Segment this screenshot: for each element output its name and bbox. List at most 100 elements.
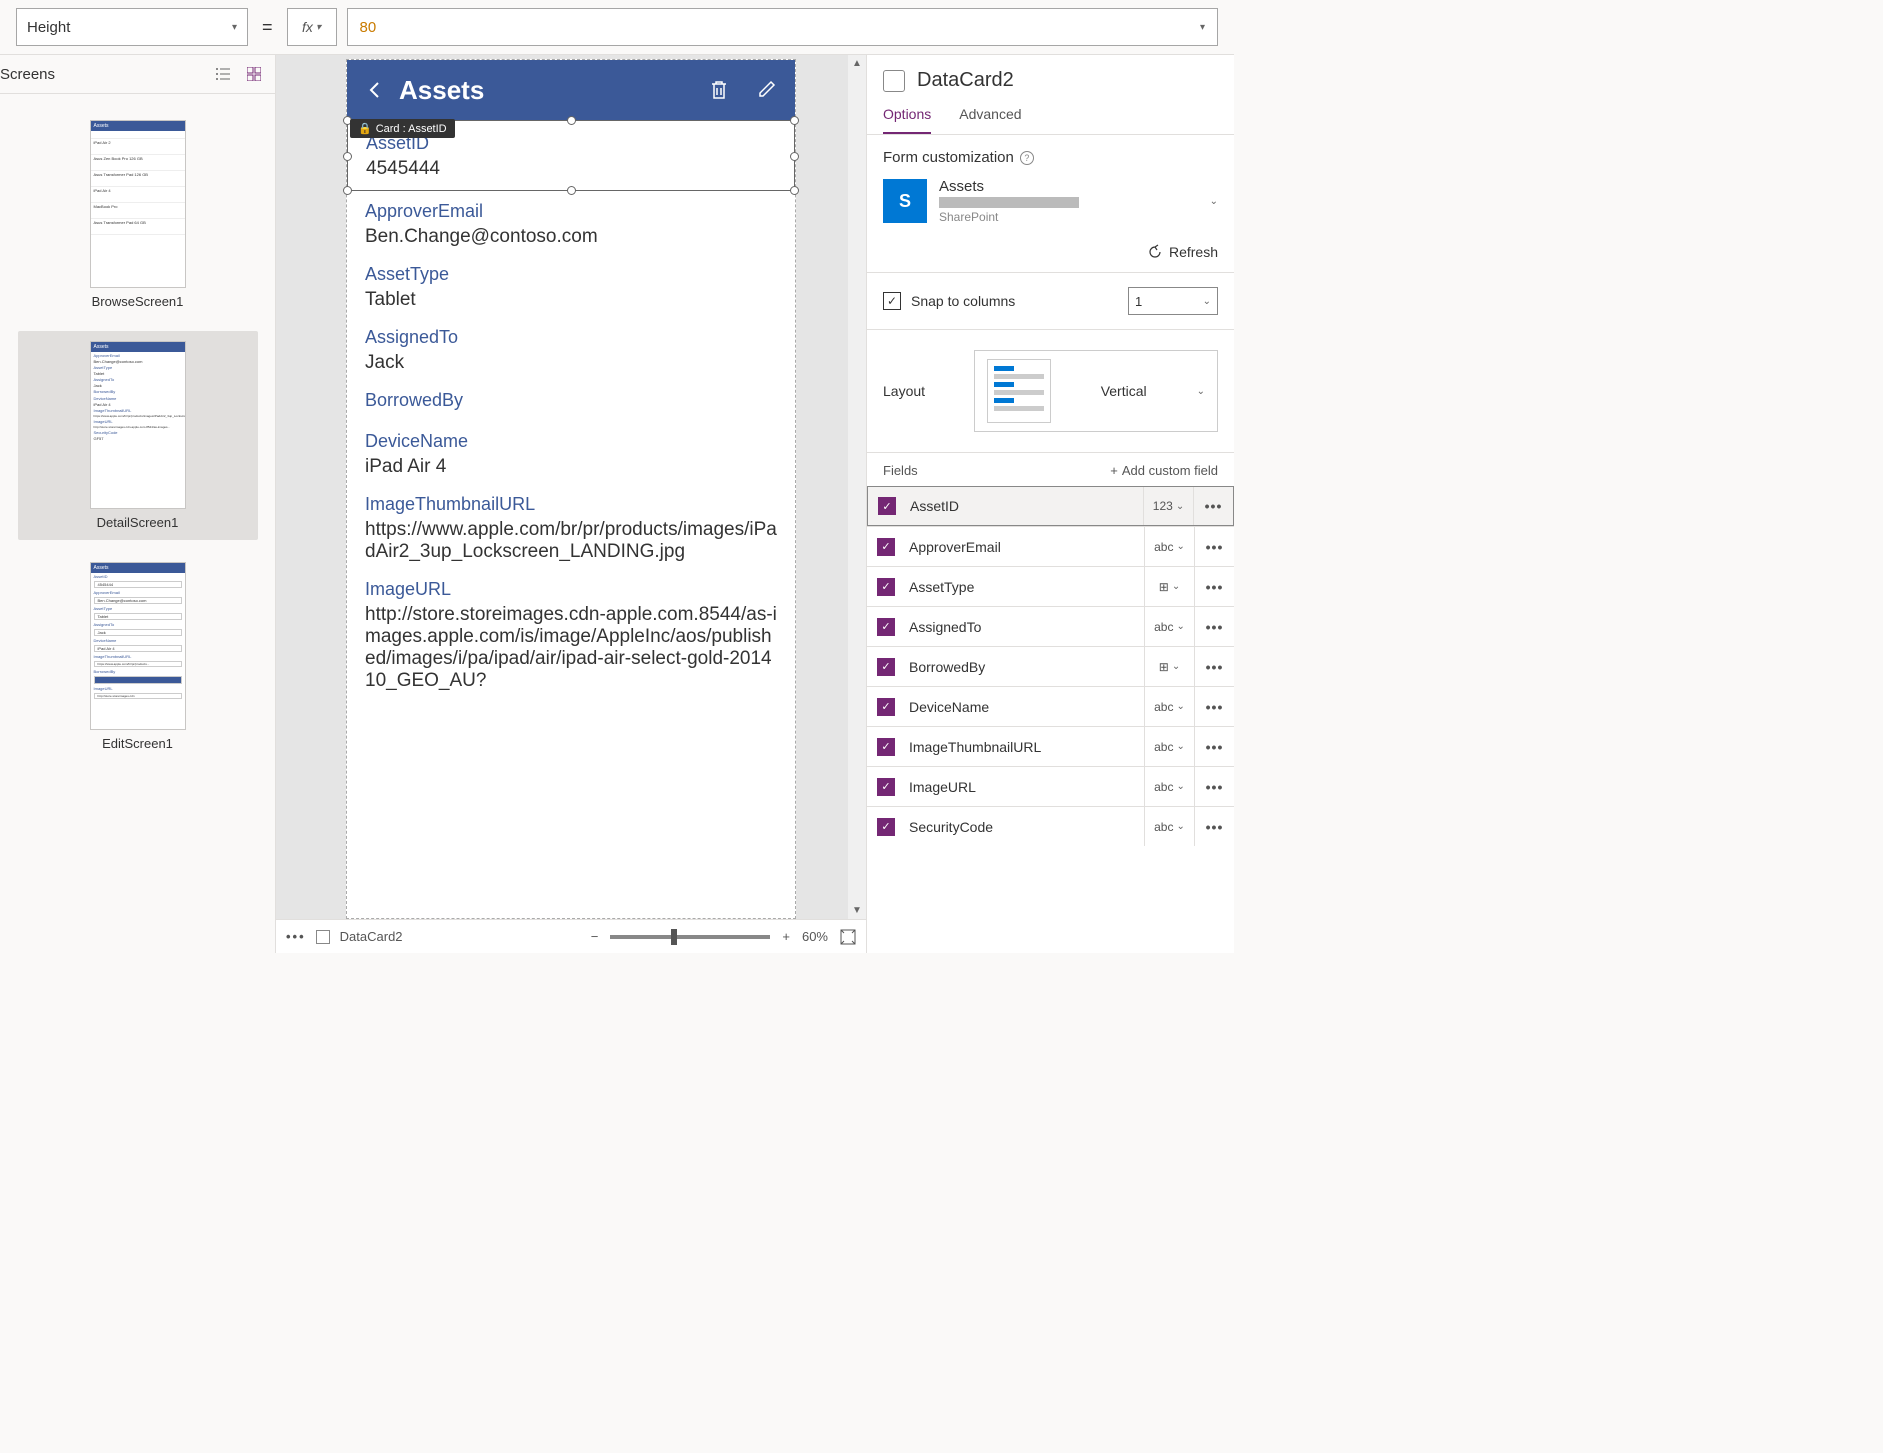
data-card[interactable]: BorrowedBy	[347, 380, 795, 421]
scroll-up-icon[interactable]: ▲	[852, 58, 862, 69]
scroll-down-icon[interactable]: ▼	[852, 905, 862, 916]
tab-options[interactable]: Options	[883, 98, 931, 134]
field-type-selector[interactable]: 123⌄	[1143, 487, 1193, 525]
card-value: Ben.Change@contoso.com	[365, 226, 777, 248]
phone-header: Assets	[347, 60, 795, 120]
field-type-selector[interactable]: abc⌄	[1144, 727, 1194, 766]
field-more-icon[interactable]: •••	[1194, 727, 1234, 766]
field-more-icon[interactable]: •••	[1194, 807, 1234, 846]
chevron-down-icon: ▾	[316, 22, 321, 33]
layout-row: Layout Vertical ⌄	[867, 330, 1234, 453]
field-type-selector[interactable]: abc⌄	[1144, 607, 1194, 646]
field-row[interactable]: ✓ApproverEmailabc⌄•••	[867, 526, 1234, 566]
field-more-icon[interactable]: •••	[1194, 767, 1234, 806]
field-name: AssetID	[906, 498, 1143, 514]
edit-icon[interactable]	[757, 79, 777, 101]
field-type-selector[interactable]: abc⌄	[1144, 527, 1194, 566]
field-type-selector[interactable]: ⊞⌄	[1144, 567, 1194, 606]
card-value: Tablet	[365, 289, 777, 311]
grid-view-icon[interactable]	[245, 65, 263, 83]
data-card[interactable]: AssignedToJack	[347, 317, 795, 380]
field-name: SecurityCode	[905, 819, 1144, 835]
help-icon[interactable]: ?	[1020, 151, 1034, 165]
screens-thumbnails: Assets iPad Air 2 Asus Zen Book Pro 126 …	[0, 94, 275, 953]
datasource-row[interactable]: S Assets SharePoint ⌄	[883, 178, 1218, 224]
more-icon[interactable]: •••	[286, 929, 306, 944]
canvas-scrollbar[interactable]: ▲ ▼	[848, 55, 866, 919]
props-title-row: DataCard2	[867, 55, 1234, 98]
field-row[interactable]: ✓ AssetID123⌄•••	[867, 486, 1234, 526]
back-icon[interactable]	[365, 80, 385, 100]
field-more-icon[interactable]: •••	[1194, 527, 1234, 566]
field-row[interactable]: ✓ SecurityCodeabc⌄•••	[867, 806, 1234, 846]
chevron-down-icon: ⌄	[1203, 296, 1211, 307]
add-custom-field-button[interactable]: + Add custom field	[1110, 463, 1218, 478]
tab-advanced[interactable]: Advanced	[959, 98, 1021, 134]
field-type-selector[interactable]: ⊞⌄	[1144, 647, 1194, 686]
fields-list: ✓AssetID123⌄•••✓ApproverEmailabc⌄•••✓Ass…	[867, 486, 1234, 846]
field-row[interactable]: ✓ImageURLabc⌄•••	[867, 766, 1234, 806]
list-view-icon[interactable]	[215, 65, 233, 83]
props-title: DataCard2	[917, 69, 1014, 92]
property-selector[interactable]: Height ▾	[16, 8, 248, 46]
field-checkbox[interactable]: ✓	[877, 778, 895, 796]
layout-select[interactable]: Vertical ⌄	[974, 350, 1218, 432]
field-row[interactable]: ✓ DeviceNameabc⌄•••	[867, 686, 1234, 726]
zoom-slider[interactable]	[610, 935, 770, 939]
chevron-down-icon[interactable]: ⌄	[1210, 196, 1218, 207]
field-checkbox[interactable]: ✓	[877, 618, 895, 636]
fx-button[interactable]: fx ▾	[287, 8, 337, 46]
field-row[interactable]: ✓ BorrowedBy⊞⌄•••	[867, 646, 1234, 686]
snap-checkbox[interactable]: ✓	[883, 292, 901, 310]
data-card[interactable]: ImageThumbnailURLhttps://www.apple.com/b…	[347, 484, 795, 569]
field-checkbox[interactable]: ✓	[877, 698, 895, 716]
formula-bar: Height ▾ = fx ▾ 80 ▾	[0, 0, 1234, 55]
formula-value: 80	[360, 19, 377, 36]
field-row[interactable]: ✓ AssignedToabc⌄•••	[867, 606, 1234, 646]
data-card[interactable]: ApproverEmailBen.Change@contoso.com	[347, 191, 795, 254]
field-row[interactable]: ✓ImageThumbnailURLabc⌄•••	[867, 726, 1234, 766]
field-name: BorrowedBy	[905, 659, 1144, 675]
field-checkbox[interactable]: ✓	[877, 818, 895, 836]
card-label: AssetType	[365, 264, 777, 285]
refresh-button[interactable]: Refresh	[883, 224, 1218, 260]
zoom-in-icon[interactable]: +	[782, 929, 790, 944]
canvas-scroll[interactable]: Assets 🔒	[276, 55, 866, 919]
field-name: DeviceName	[905, 699, 1144, 715]
thumb-edit-screen[interactable]: Assets AssetID4545444 ApproverEmailBen.C…	[84, 556, 192, 757]
field-checkbox[interactable]: ✓	[877, 658, 895, 676]
field-checkbox[interactable]: ✓	[878, 497, 896, 515]
field-type-selector[interactable]: abc⌄	[1144, 767, 1194, 806]
form-customization-section: Form customization ? S Assets SharePoint…	[867, 135, 1234, 273]
field-more-icon[interactable]: •••	[1194, 687, 1234, 726]
field-name: AssignedTo	[905, 619, 1144, 635]
thumb-label: BrowseScreen1	[92, 294, 184, 309]
trash-icon[interactable]	[709, 79, 729, 101]
card-value: 4545444	[366, 158, 776, 180]
breadcrumb-checkbox[interactable]	[316, 930, 330, 944]
field-row[interactable]: ✓AssetType⊞⌄•••	[867, 566, 1234, 606]
thumb-browse-screen[interactable]: Assets iPad Air 2 Asus Zen Book Pro 126 …	[84, 114, 192, 315]
formula-input[interactable]: 80 ▾	[347, 8, 1218, 46]
props-checkbox[interactable]	[883, 70, 905, 92]
thumb-label: DetailScreen1	[97, 515, 179, 530]
data-card[interactable]: ImageURLhttp://store.storeimages.cdn-app…	[347, 569, 795, 698]
field-more-icon[interactable]: •••	[1193, 487, 1233, 525]
fields-header: Fields + Add custom field	[867, 453, 1234, 486]
data-card[interactable]: DeviceNameiPad Air 4	[347, 421, 795, 484]
field-more-icon[interactable]: •••	[1194, 647, 1234, 686]
thumb-detail-screen[interactable]: Assets ApproverEmailBen.Change@contoso.c…	[18, 331, 258, 540]
zoom-out-icon[interactable]: −	[591, 929, 599, 944]
field-type-selector[interactable]: abc⌄	[1144, 687, 1194, 726]
layout-label: Layout	[883, 383, 925, 399]
field-type-selector[interactable]: abc⌄	[1144, 807, 1194, 846]
field-more-icon[interactable]: •••	[1194, 607, 1234, 646]
field-more-icon[interactable]: •••	[1194, 567, 1234, 606]
columns-select[interactable]: 1 ⌄	[1128, 287, 1218, 315]
field-checkbox[interactable]: ✓	[877, 578, 895, 596]
fit-screen-icon[interactable]	[840, 929, 856, 945]
field-checkbox[interactable]: ✓	[877, 538, 895, 556]
card-label: BorrowedBy	[365, 390, 777, 411]
data-card[interactable]: AssetType Tablet	[347, 254, 795, 317]
field-checkbox[interactable]: ✓	[877, 738, 895, 756]
